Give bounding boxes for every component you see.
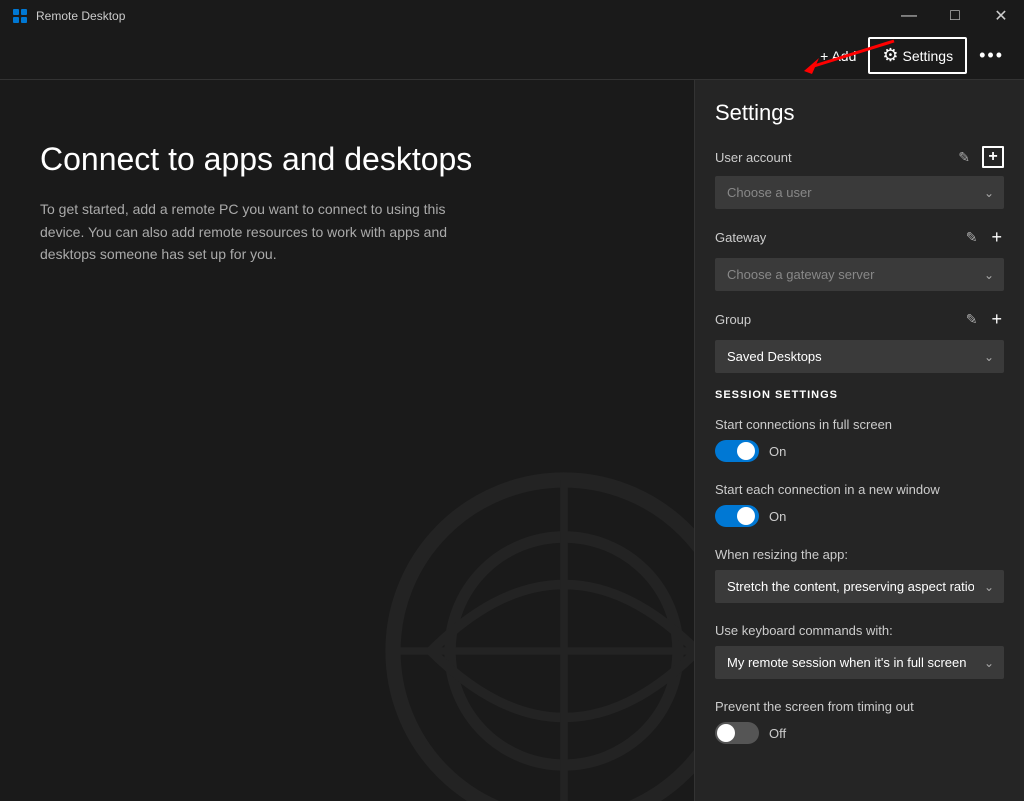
start-new-window-setting: Start each connection in a new window On (715, 482, 1004, 527)
app-icon (12, 8, 28, 24)
pencil-icon: ✎ (966, 311, 978, 328)
start-new-window-label: Start each connection in a new window (715, 482, 1004, 497)
more-icon: ••• (979, 45, 1004, 66)
resize-dropdown-wrapper: Stretch the content, preserving aspect r… (715, 570, 1004, 603)
add-group-button[interactable]: + (989, 307, 1004, 332)
user-account-section: User account ✎ + (715, 146, 1004, 168)
prevent-timeout-setting: Prevent the screen from timing out Off (715, 699, 1004, 744)
start-new-window-state: On (769, 509, 786, 524)
settings-button-label: Settings (903, 48, 954, 64)
resize-dropdown[interactable]: Stretch the content, preserving aspect r… (715, 570, 1004, 603)
start-new-window-toggle-row: On (715, 505, 1004, 527)
gateway-dropdown-wrapper: Choose a gateway server ⌄ (715, 258, 1004, 291)
add-button[interactable]: + Add (808, 42, 868, 70)
main-content: Connect to apps and desktops To get star… (0, 80, 1024, 801)
group-label: Group (715, 312, 751, 327)
toggle-knob (717, 724, 735, 742)
settings-panel: Settings User account ✎ + Choose a user … (694, 80, 1024, 801)
titlebar-left: Remote Desktop (12, 8, 125, 24)
keyboard-setting: Use keyboard commands with: My remote se… (715, 623, 1004, 679)
keyboard-dropdown-wrapper: My remote session when it's in full scre… (715, 646, 1004, 679)
start-fullscreen-toggle[interactable] (715, 440, 759, 462)
group-actions: ✎ + (964, 307, 1004, 332)
start-fullscreen-setting: Start connections in full screen On (715, 417, 1004, 462)
plus-icon: + (991, 227, 1002, 248)
left-panel: Connect to apps and desktops To get star… (0, 80, 694, 801)
user-dropdown-wrapper: Choose a user ⌄ (715, 176, 1004, 209)
settings-title: Settings (715, 100, 1004, 126)
more-button[interactable]: ••• (967, 39, 1016, 72)
edit-group-button[interactable]: ✎ (964, 309, 980, 330)
main-body: To get started, add a remote PC you want… (40, 198, 480, 265)
minimize-button[interactable]: — (886, 0, 932, 32)
session-settings-header: SESSION SETTINGS (715, 389, 1004, 401)
prevent-timeout-toggle-row: Off (715, 722, 1004, 744)
prevent-timeout-state: Off (769, 726, 786, 741)
resize-setting: When resizing the app: Stretch the conte… (715, 547, 1004, 603)
start-fullscreen-state: On (769, 444, 786, 459)
maximize-button[interactable]: □ (932, 0, 978, 32)
edit-user-button[interactable]: ✎ (956, 147, 972, 168)
gateway-section: Gateway ✎ + (715, 225, 1004, 250)
gateway-label: Gateway (715, 230, 766, 245)
plus-icon: + (991, 309, 1002, 330)
gear-icon: ⚙ (882, 45, 898, 66)
start-fullscreen-label: Start connections in full screen (715, 417, 1004, 432)
settings-button[interactable]: ⚙ Settings (868, 37, 967, 74)
group-dropdown[interactable]: Saved Desktops (715, 340, 1004, 373)
toggle-knob (737, 507, 755, 525)
start-fullscreen-toggle-row: On (715, 440, 1004, 462)
prevent-timeout-toggle[interactable] (715, 722, 759, 744)
group-dropdown-wrapper: Saved Desktops ⌄ (715, 340, 1004, 373)
app-title: Remote Desktop (36, 9, 125, 23)
user-dropdown[interactable]: Choose a user (715, 176, 1004, 209)
pencil-icon: ✎ (966, 229, 978, 246)
gateway-dropdown[interactable]: Choose a gateway server (715, 258, 1004, 291)
close-button[interactable]: ✕ (978, 0, 1024, 32)
group-section: Group ✎ + (715, 307, 1004, 332)
user-account-actions: ✎ + (956, 146, 1004, 168)
main-heading: Connect to apps and desktops (40, 140, 654, 178)
edit-gateway-button[interactable]: ✎ (964, 227, 980, 248)
user-account-label: User account (715, 150, 792, 165)
gateway-actions: ✎ + (964, 225, 1004, 250)
watermark-logo (374, 461, 694, 801)
keyboard-label: Use keyboard commands with: (715, 623, 1004, 638)
add-gateway-button[interactable]: + (989, 225, 1004, 250)
pencil-icon: ✎ (958, 149, 970, 166)
keyboard-dropdown[interactable]: My remote session when it's in full scre… (715, 646, 1004, 679)
window-controls: — □ ✕ (886, 0, 1024, 32)
prevent-timeout-label: Prevent the screen from timing out (715, 699, 1004, 714)
start-new-window-toggle[interactable] (715, 505, 759, 527)
titlebar: Remote Desktop — □ ✕ (0, 0, 1024, 32)
resize-label: When resizing the app: (715, 547, 1004, 562)
toggle-knob (737, 442, 755, 460)
add-user-button[interactable]: + (982, 146, 1004, 168)
plus-icon: + (988, 148, 997, 166)
toolbar: + Add ⚙ Settings ••• (0, 32, 1024, 80)
